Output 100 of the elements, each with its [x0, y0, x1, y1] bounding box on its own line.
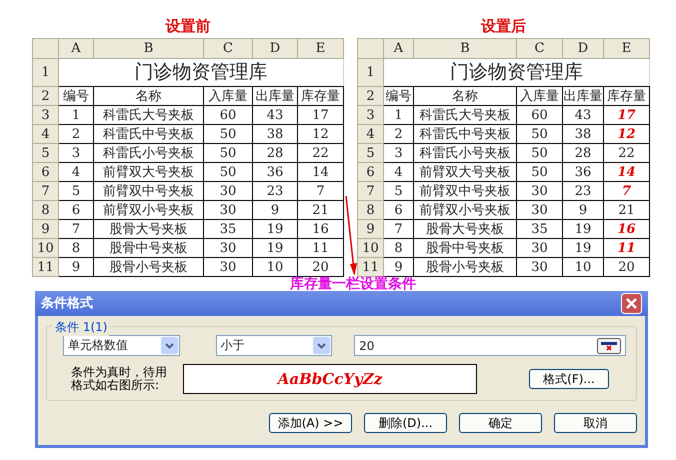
table-cell: 2: [58, 124, 94, 144]
table-cell: 14: [604, 162, 650, 182]
dropdown[interactable]: 单元格数值: [63, 335, 180, 356]
table-cell: 19: [252, 220, 298, 238]
table-cell: 43: [562, 106, 604, 124]
table-cell: 21: [604, 200, 650, 220]
table-cell: 30: [204, 200, 252, 220]
row-header[interactable]: 6: [358, 162, 384, 182]
row-header[interactable]: 5: [358, 144, 384, 162]
row-header[interactable]: 9: [32, 220, 58, 238]
row-header[interactable]: 2: [358, 86, 384, 106]
table-cell: 17: [298, 106, 344, 124]
header-cell: 入库量: [204, 86, 252, 106]
table-cell: 科雷氏大号夹板: [94, 106, 204, 124]
table-cell: 8: [58, 238, 94, 258]
header-cell: 名称: [94, 86, 204, 106]
row-header[interactable]: 4: [358, 124, 384, 144]
hint-text: 条件为真时，待用格式如右图所示:: [71, 366, 168, 392]
table-cell: 19: [562, 220, 604, 238]
corner-cell: [358, 38, 384, 58]
table-cell: 9: [562, 200, 604, 220]
close-button[interactable]: [621, 293, 642, 314]
table-cell: 36: [252, 162, 298, 182]
table-cell: 科雷氏中号夹板: [94, 124, 204, 144]
table-cell: 28: [252, 144, 298, 162]
table-cell: 前臂双大号夹板: [414, 162, 516, 182]
table-cell: 7: [604, 182, 650, 200]
column-header[interactable]: C: [516, 38, 562, 58]
column-header[interactable]: D: [252, 38, 298, 58]
row-header[interactable]: 10: [32, 238, 58, 258]
field-value: 20: [359, 338, 374, 354]
row-header[interactable]: 1: [32, 58, 58, 86]
row-header[interactable]: 8: [358, 200, 384, 220]
format-button[interactable]: 格式(F)...: [529, 369, 609, 389]
column-header[interactable]: E: [604, 38, 650, 58]
table-cell: 4: [58, 162, 94, 182]
table-cell: 20: [604, 258, 650, 276]
table-cell: 股骨小号夹板: [414, 258, 516, 276]
row-header[interactable]: 7: [358, 182, 384, 200]
table-cell: 5: [58, 182, 94, 200]
header-cell: 库存量: [298, 86, 344, 106]
table-cell: 30: [516, 200, 562, 220]
table-cell: 2: [384, 124, 414, 144]
dialog-button[interactable]: 取消: [554, 413, 637, 433]
row-header[interactable]: 9: [358, 220, 384, 238]
table-cell: 17: [604, 106, 650, 124]
table-cell: 50: [516, 162, 562, 182]
row-header[interactable]: 10: [358, 238, 384, 258]
table-cell: 前臂双小号夹板: [414, 200, 516, 220]
dialog-button[interactable]: 删除(D)...: [364, 413, 447, 433]
table-cell: 科雷氏大号夹板: [414, 106, 516, 124]
row-header[interactable]: 11: [358, 258, 384, 276]
value-field[interactable]: 20: [354, 335, 626, 356]
row-header[interactable]: 11: [32, 258, 58, 276]
table-cell: 50: [204, 144, 252, 162]
row-header[interactable]: 3: [358, 106, 384, 124]
table-cell: 35: [516, 220, 562, 238]
collapse-icon: [597, 338, 621, 354]
table-cell: 35: [204, 220, 252, 238]
sheet-caption: 设置后: [481, 17, 526, 35]
table-cell: 股骨中号夹板: [414, 238, 516, 258]
row-header[interactable]: 1: [358, 58, 384, 86]
dialog-button[interactable]: 确定: [459, 413, 542, 433]
row-header[interactable]: 4: [32, 124, 58, 144]
table-cell: 科雷氏小号夹板: [94, 144, 204, 162]
table-cell: 16: [604, 220, 650, 238]
table-cell: 11: [604, 238, 650, 258]
column-header[interactable]: A: [384, 38, 414, 58]
table-cell: 1: [384, 106, 414, 124]
row-header[interactable]: 8: [32, 200, 58, 220]
table-cell: 5: [384, 182, 414, 200]
column-header[interactable]: B: [414, 38, 516, 58]
table-title: 门诊物资管理库: [58, 58, 344, 86]
row-header[interactable]: 6: [32, 162, 58, 182]
row-header[interactable]: 2: [32, 86, 58, 106]
table-cell: 22: [298, 144, 344, 162]
dropdown[interactable]: 小于: [216, 335, 332, 356]
column-header[interactable]: C: [204, 38, 252, 58]
row-header[interactable]: 7: [32, 182, 58, 200]
table-cell: 11: [298, 238, 344, 258]
column-header[interactable]: A: [58, 38, 94, 58]
row-header[interactable]: 5: [32, 144, 58, 162]
table-cell: 科雷氏中号夹板: [414, 124, 516, 144]
table-title: 门诊物资管理库: [384, 58, 650, 86]
dialog-button[interactable]: 添加(A) >>: [269, 413, 352, 433]
column-header[interactable]: B: [94, 38, 204, 58]
table-cell: 10: [562, 258, 604, 276]
table-cell: 30: [204, 182, 252, 200]
table-cell: 8: [384, 238, 414, 258]
table-cell: 19: [252, 238, 298, 258]
caret-icon: [313, 337, 330, 354]
table-cell: 50: [516, 124, 562, 144]
table-cell: 12: [298, 124, 344, 144]
row-header[interactable]: 3: [32, 106, 58, 124]
table-cell: 10: [252, 258, 298, 276]
table-cell: 50: [204, 162, 252, 182]
header-cell: 入库量: [516, 86, 562, 106]
column-header[interactable]: E: [298, 38, 344, 58]
column-header[interactable]: D: [562, 38, 604, 58]
table-cell: 30: [516, 182, 562, 200]
